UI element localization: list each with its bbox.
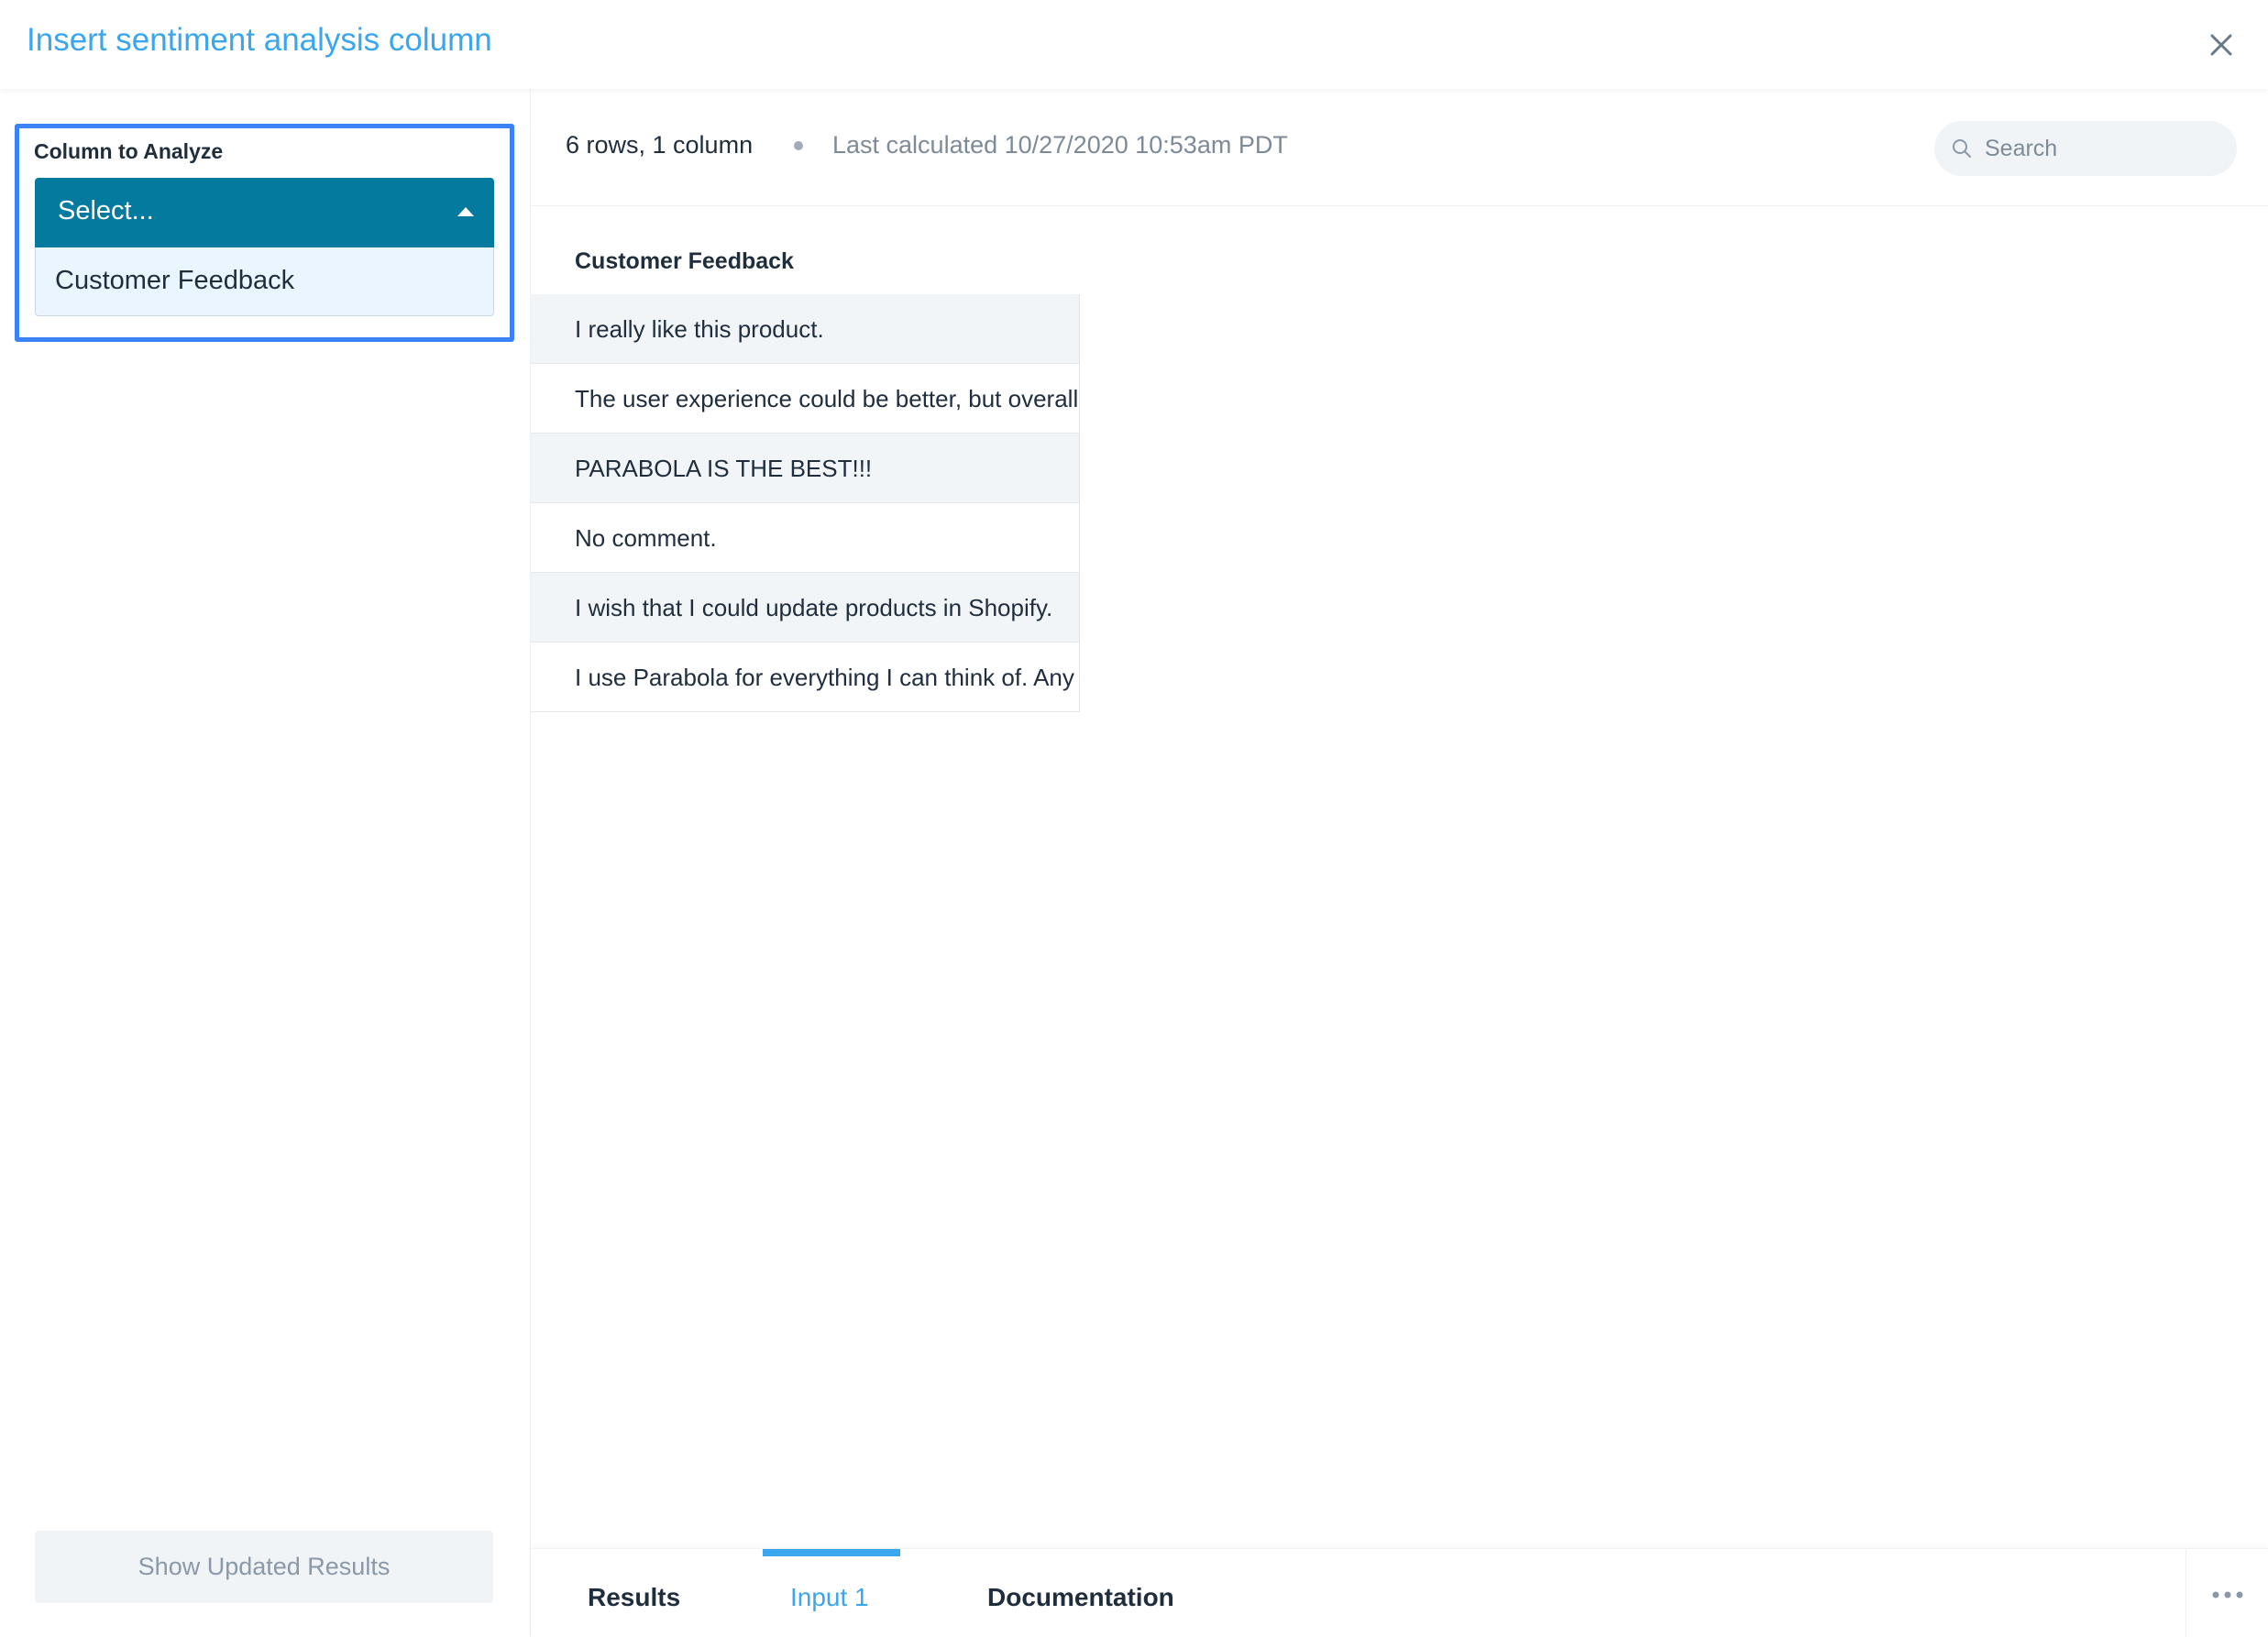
active-tab-indicator bbox=[763, 1549, 900, 1556]
last-calculated-text: Last calculated 10/27/2020 10:53am PDT bbox=[832, 131, 1288, 159]
modal-header: Insert sentiment analysis column bbox=[0, 0, 2268, 89]
table-info-bar: 6 rows, 1 column Last calculated 10/27/2… bbox=[531, 89, 2268, 206]
show-updated-results-button[interactable]: Show Updated Results bbox=[35, 1531, 493, 1603]
select-option-customer-feedback[interactable]: Customer Feedback bbox=[35, 247, 494, 316]
table-cell: The user experience could be better, but… bbox=[575, 385, 1079, 412]
table-row: I wish that I could update products in S… bbox=[531, 573, 1079, 643]
tab-results[interactable]: Results bbox=[588, 1583, 680, 1612]
column-header-customer-feedback[interactable]: Customer Feedback bbox=[575, 248, 794, 275]
table-row: I use Parabola for everything I can thin… bbox=[531, 643, 1079, 712]
close-icon bbox=[2210, 34, 2232, 56]
table-cell: I really like this product. bbox=[575, 315, 824, 343]
caret-up-icon bbox=[457, 207, 474, 216]
data-table: I really like this product. The user exp… bbox=[531, 294, 1080, 712]
table-cell: I use Parabola for everything I can thin… bbox=[575, 664, 1074, 691]
tab-input-1[interactable]: Input 1 bbox=[790, 1583, 869, 1612]
select-option-label: Customer Feedback bbox=[55, 266, 295, 295]
close-button[interactable] bbox=[2198, 22, 2244, 68]
table-row: I really like this product. bbox=[531, 294, 1079, 364]
data-preview-panel: 6 rows, 1 column Last calculated 10/27/2… bbox=[531, 89, 2268, 1548]
table-row: No comment. bbox=[531, 503, 1079, 573]
column-to-analyze-label: Column to Analyze bbox=[34, 139, 224, 163]
more-options-button[interactable] bbox=[2185, 1549, 2268, 1637]
bottom-tab-bar: Results Input 1 Documentation bbox=[531, 1548, 2268, 1637]
search-input[interactable]: Search bbox=[1934, 121, 2237, 176]
column-select[interactable]: Select... bbox=[35, 178, 494, 247]
modal-title: Insert sentiment analysis column bbox=[27, 22, 492, 58]
table-cell: I wish that I could update products in S… bbox=[575, 594, 1053, 621]
table-cell: PARABOLA IS THE BEST!!! bbox=[575, 455, 873, 482]
table-cell: No comment. bbox=[575, 524, 717, 552]
tab-documentation[interactable]: Documentation bbox=[987, 1583, 1174, 1612]
search-placeholder: Search bbox=[1985, 136, 2058, 161]
separator-dot bbox=[794, 141, 803, 150]
table-row: PARABOLA IS THE BEST!!! bbox=[531, 434, 1079, 503]
column-select-value: Select... bbox=[58, 196, 154, 225]
search-icon bbox=[1953, 139, 1971, 158]
settings-sidebar: Column to Analyze Select... Customer Fee… bbox=[0, 89, 531, 1637]
table-row: The user experience could be better, but… bbox=[531, 364, 1079, 434]
more-horizontal-icon bbox=[2212, 1591, 2243, 1599]
row-column-count: 6 rows, 1 column bbox=[566, 131, 754, 159]
